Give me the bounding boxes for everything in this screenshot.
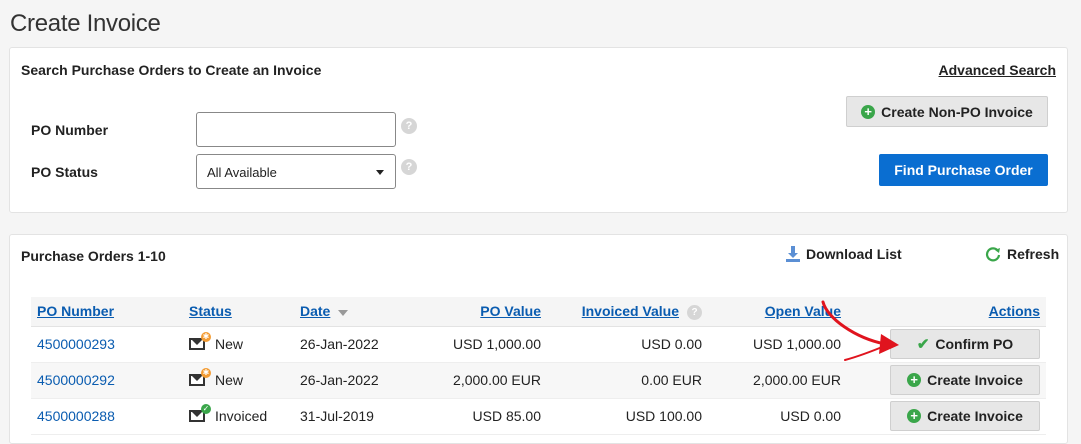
refresh-icon [985, 247, 1001, 262]
po-number-label: PO Number [31, 122, 109, 138]
invoiced-value-help-icon[interactable]: ? [687, 304, 702, 320]
download-list-label: Download List [806, 246, 902, 262]
column-header-invoiced-value-label: Invoiced Value [581, 302, 679, 319]
refresh-button[interactable]: Refresh [985, 246, 1059, 262]
po-number-link[interactable]: 4500000292 [37, 372, 115, 388]
po-value-cell: USD 85.00 [414, 398, 547, 435]
plus-circle-icon: + [907, 373, 922, 387]
new-envelope-icon: ✱ [189, 332, 211, 350]
table-row: 4500000288 ✓ Invoiced 31-Jul-2019 USD 85… [31, 398, 1046, 435]
date-cell: 26-Jan-2022 [294, 362, 414, 399]
search-panel: Search Purchase Orders to Create an Invo… [9, 47, 1068, 213]
find-purchase-order-button[interactable]: Find Purchase Order [879, 154, 1048, 186]
sort-descending-icon [338, 309, 349, 316]
refresh-label: Refresh [1007, 246, 1060, 262]
annotation-arrow-icon [821, 300, 899, 361]
po-status-help-icon[interactable]: ? [401, 159, 417, 175]
column-header-status[interactable]: Status [183, 297, 294, 327]
create-non-po-invoice-label: Create Non-PO Invoice [881, 103, 1033, 120]
create-invoice-button[interactable]: + Create Invoice [890, 365, 1040, 395]
invoiced-value-cell: 0.00 EUR [547, 362, 708, 399]
invoiced-value-cell: USD 0.00 [547, 326, 708, 363]
po-number-link[interactable]: 4500000288 [37, 408, 115, 424]
open-value-cell: 2,000.00 EUR [708, 362, 847, 399]
table-row: 4500000292 ✱ New 26-Jan-2022 2,000.00 EU… [31, 362, 1046, 399]
date-cell: 31-Jul-2019 [294, 398, 414, 435]
purchase-orders-panel: Purchase Orders 1-10 Download List Refre… [9, 234, 1068, 444]
po-number-link[interactable]: 4500000293 [37, 336, 115, 352]
invoiced-value-cell: USD 100.00 [547, 398, 708, 435]
download-icon [786, 246, 800, 262]
create-invoice-label: Create Invoice [927, 372, 1023, 388]
column-header-date[interactable]: Date [294, 297, 414, 327]
chevron-down-icon [376, 170, 384, 175]
po-status-selected-value: All Available [207, 165, 277, 180]
column-header-po-number[interactable]: PO Number [31, 297, 183, 327]
plus-circle-icon: + [861, 104, 876, 119]
po-number-help-icon[interactable]: ? [401, 118, 417, 134]
new-envelope-icon: ✱ [189, 368, 211, 386]
create-invoice-button[interactable]: + Create Invoice [890, 401, 1040, 431]
create-invoice-label: Create Invoice [927, 408, 1023, 424]
confirm-po-button[interactable]: ✔ Confirm PO [890, 329, 1040, 359]
status-text: New [215, 372, 244, 388]
download-list-button[interactable]: Download List [786, 246, 902, 262]
search-panel-title: Search Purchase Orders to Create an Invo… [21, 62, 322, 78]
status-text: Invoiced [215, 408, 268, 424]
column-header-po-value[interactable]: PO Value [414, 297, 547, 327]
po-value-cell: USD 1,000.00 [414, 326, 547, 363]
confirm-po-label: Confirm PO [935, 336, 1014, 352]
status-text: New [215, 336, 244, 352]
po-number-input[interactable] [196, 112, 396, 147]
column-header-invoiced-value[interactable]: Invoiced Value? [547, 297, 708, 327]
checkmark-icon: ✔ [916, 336, 930, 353]
create-non-po-invoice-button[interactable]: + Create Non-PO Invoice [846, 96, 1048, 127]
po-status-select[interactable]: All Available [196, 154, 396, 189]
open-value-cell: USD 0.00 [708, 398, 847, 435]
invoiced-envelope-icon: ✓ [189, 404, 211, 422]
column-header-date-label: Date [300, 303, 331, 320]
purchase-orders-title: Purchase Orders 1-10 [21, 248, 166, 264]
po-value-cell: 2,000.00 EUR [414, 362, 547, 399]
date-cell: 26-Jan-2022 [294, 326, 414, 363]
plus-circle-icon: + [907, 409, 922, 423]
advanced-search-link[interactable]: Advanced Search [939, 62, 1057, 78]
po-status-label: PO Status [31, 164, 98, 180]
page-title: Create Invoice [10, 10, 161, 37]
